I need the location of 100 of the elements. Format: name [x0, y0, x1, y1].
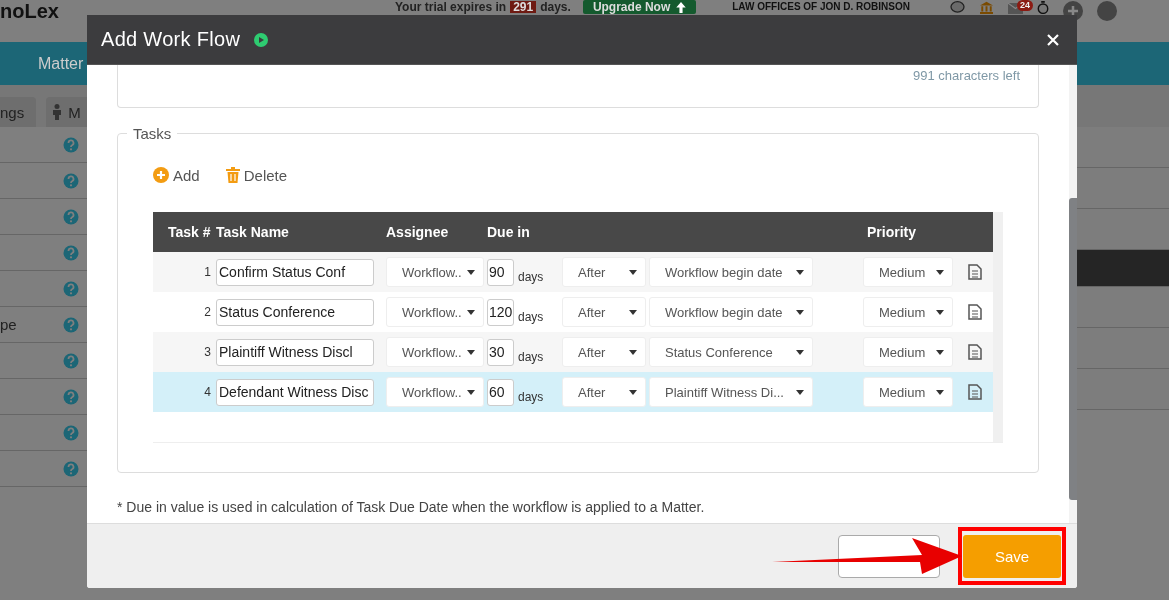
priority-dropdown[interactable]: Medium — [863, 377, 953, 407]
assignee-dropdown[interactable]: Workflow.. — [386, 377, 484, 407]
assignee-dropdown[interactable]: Workflow.. — [386, 337, 484, 367]
caret-icon — [936, 349, 944, 355]
due-in-field[interactable]: 120 — [487, 298, 514, 326]
help-icon — [63, 424, 79, 441]
caret-icon — [796, 389, 804, 395]
bank-icon — [979, 1, 994, 14]
caret-icon — [467, 269, 475, 275]
caret-icon — [796, 349, 804, 355]
relation-dropdown[interactable]: After — [562, 377, 646, 407]
help-icon — [63, 280, 79, 297]
close-icon — [1047, 33, 1059, 46]
caret-icon — [467, 389, 475, 395]
document-icon — [968, 304, 982, 320]
row-number: 2 — [203, 305, 211, 319]
help-icon — [63, 388, 79, 405]
days-label: days — [518, 309, 545, 324]
notification-badge: 24 — [1017, 0, 1034, 11]
notes-button[interactable] — [968, 304, 982, 320]
due-in-field[interactable]: 60 — [487, 378, 514, 406]
help-icon — [63, 136, 79, 153]
delete-button[interactable]: Delete — [225, 165, 288, 185]
row-number: 1 — [203, 265, 211, 279]
help-icon — [63, 172, 79, 189]
chat-icon — [950, 1, 965, 14]
dialog-title: Add Work Flow — [101, 28, 241, 51]
person-icon — [52, 104, 63, 120]
relation-dropdown[interactable]: After — [562, 257, 646, 287]
highlighted-row[interactable] — [1077, 250, 1169, 287]
trash-icon — [225, 167, 240, 183]
column-header: Due in — [487, 224, 531, 240]
plus-icon — [153, 167, 169, 183]
priority-dropdown[interactable]: Medium — [863, 337, 953, 367]
caret-icon — [467, 309, 475, 315]
document-icon — [968, 384, 982, 400]
task-name-field[interactable]: Plaintiff Witness Discl — [216, 338, 374, 366]
caret-icon — [629, 269, 637, 275]
days-label: days — [518, 349, 545, 364]
help-icon — [63, 208, 79, 225]
row-number: 4 — [203, 385, 211, 399]
nav-tab[interactable]: Matter — [38, 54, 84, 73]
column-header: Task Name — [216, 224, 290, 240]
caret-icon — [467, 349, 475, 355]
play-icon — [254, 32, 269, 47]
caret-icon — [629, 349, 637, 355]
trial-days-badge: 291 — [510, 1, 537, 13]
assignee-dropdown[interactable]: Workflow.. — [386, 297, 484, 327]
column-header: Task # — [167, 224, 211, 240]
anchor-dropdown[interactable]: Workflow begin date — [649, 257, 813, 287]
notes-button[interactable] — [968, 344, 982, 360]
days-label: days — [518, 269, 545, 284]
help-icon — [63, 316, 79, 333]
setting-label: pe — [0, 316, 17, 333]
column-header: Priority — [867, 224, 917, 240]
days-label: days — [518, 389, 545, 404]
notes-button[interactable] — [968, 384, 982, 400]
app-logo: noLex — [0, 0, 60, 22]
notes-button[interactable] — [968, 264, 982, 280]
anchor-dropdown[interactable]: Status Conference — [649, 337, 813, 367]
firm-name: LAW OFFICES OF JON D. ROBINSON — [732, 1, 910, 13]
up-arrow-icon — [676, 1, 687, 13]
relation-dropdown[interactable]: After — [562, 297, 646, 327]
due-in-field[interactable]: 90 — [487, 258, 514, 286]
caret-icon — [936, 309, 944, 315]
trial-text: Your trial expires in — [395, 1, 507, 13]
document-icon — [968, 264, 982, 280]
add-button[interactable]: Add — [153, 165, 200, 185]
task-name-field[interactable]: Defendant Witness Disc — [216, 378, 374, 406]
assignee-dropdown[interactable]: Workflow.. — [386, 257, 484, 287]
task-name-field[interactable]: Confirm Status Conf — [216, 258, 374, 286]
tasks-legend: Tasks — [127, 125, 178, 142]
upgrade-button[interactable]: Upgrade Now — [582, 0, 697, 14]
caret-icon — [796, 269, 804, 275]
priority-dropdown[interactable]: Medium — [863, 257, 953, 287]
caret-icon — [629, 309, 637, 315]
caret-icon — [629, 389, 637, 395]
footnote: * Due in value is used in calculation of Task Due Date when the workflow is applied to a Matter. — [117, 499, 706, 515]
caret-icon — [936, 389, 944, 395]
help-icon — [63, 244, 79, 261]
anchor-dropdown[interactable]: Plaintiff Witness Di... — [649, 377, 813, 407]
help-icon — [63, 352, 79, 369]
task-row[interactable]: 3 Plaintiff Witness Discl Workflow.. 30 days After Status Conference Medium — [153, 332, 993, 372]
caret-icon — [796, 309, 804, 315]
characters-left: 991 characters left — [913, 68, 1020, 83]
trial-text: days. — [540, 1, 571, 13]
document-icon — [968, 344, 982, 360]
scrollbar-thumb[interactable] — [1069, 198, 1077, 500]
task-row[interactable]: 1 Confirm Status Conf Workflow.. 90 days After Workflow begin date Medium — [153, 252, 993, 292]
help-icon — [1097, 1, 1117, 21]
caret-icon — [936, 269, 944, 275]
priority-dropdown[interactable]: Medium — [863, 297, 953, 327]
help-icon — [63, 460, 79, 477]
row-number: 3 — [203, 345, 211, 359]
column-header: Assignee — [386, 224, 450, 240]
task-row[interactable]: 4 Defendant Witness Disc Workflow.. 60 days After Plaintiff Witness Di... Medium — [153, 372, 993, 412]
task-name-field[interactable]: Status Conference — [216, 298, 374, 326]
relation-dropdown[interactable]: After — [562, 337, 646, 367]
due-in-field[interactable]: 30 — [487, 338, 514, 366]
anchor-dropdown[interactable]: Workflow begin date — [649, 297, 813, 327]
